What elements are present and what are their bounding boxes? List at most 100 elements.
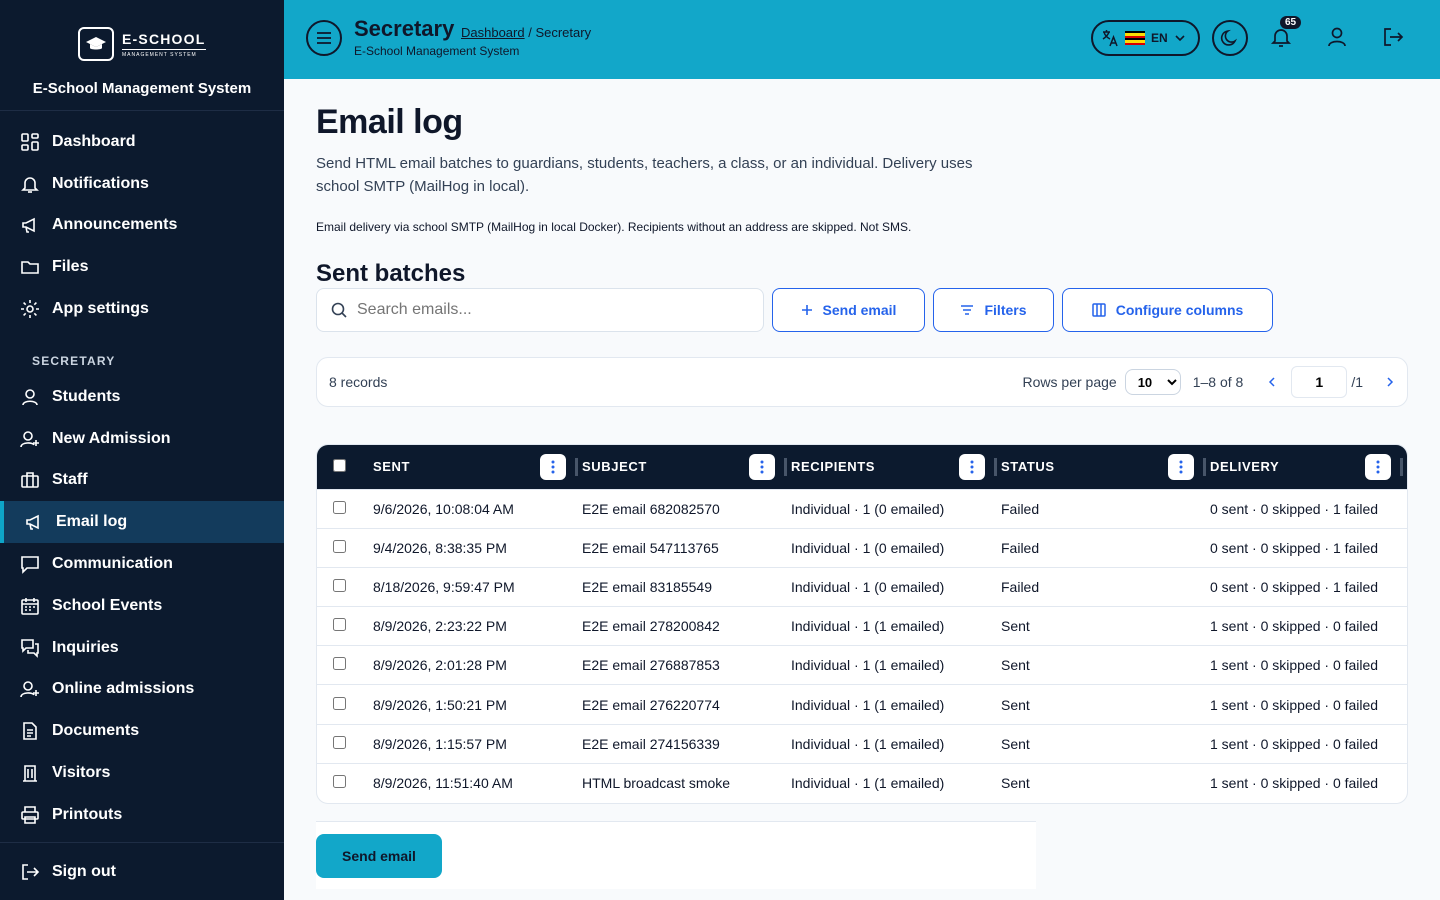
- bell-icon: [1270, 29, 1292, 47]
- sidebar-item-communication[interactable]: Communication: [0, 543, 284, 585]
- column-header-delivery: DELIVERY: [1210, 445, 1407, 489]
- column-menu-button[interactable]: [959, 453, 985, 480]
- kebab-icon: [970, 460, 974, 474]
- translate-icon: [1102, 30, 1118, 47]
- table-row[interactable]: 8/9/2026, 11:51:40 AM HTML broadcast smok…: [317, 763, 1407, 802]
- column-resize-handle[interactable]: [1400, 458, 1403, 476]
- sidebar-item-label: Documents: [52, 722, 140, 740]
- sidebar-item-inquiries[interactable]: Inquiries: [0, 627, 284, 669]
- send-email-card: Send email: [316, 820, 1036, 889]
- sidebar-item-label: School Events: [52, 596, 163, 614]
- cell-recipients: Individual · 1 (1 emailed): [791, 735, 945, 752]
- row-checkbox[interactable]: [333, 775, 346, 789]
- table-row[interactable]: 9/4/2026, 8:38:35 PM E2E email 547113765 I…: [317, 528, 1407, 567]
- next-page-button[interactable]: [1385, 374, 1395, 390]
- table-row[interactable]: 8/9/2026, 1:15:57 PM E2E email 274156339 I…: [317, 724, 1407, 763]
- logo[interactable]: E-SCHOOL MANAGEMENT SYSTEM: [78, 26, 206, 62]
- sidebar-item-new-admission[interactable]: New Admission: [0, 418, 284, 460]
- notifications-button[interactable]: [1270, 26, 1292, 53]
- sidebar-item-files[interactable]: Files: [0, 246, 284, 288]
- cell-sent: 8/18/2026, 9:59:47 PM: [373, 578, 515, 595]
- sidebar-item-notifications[interactable]: Notifications: [0, 163, 284, 205]
- breadcrumb-dashboard-link[interactable]: Dashboard: [461, 25, 525, 40]
- filters-button[interactable]: Filters: [933, 288, 1054, 332]
- row-checkbox[interactable]: [333, 657, 346, 671]
- table-row[interactable]: 8/18/2026, 9:59:47 PM E2E email 83185549 I…: [317, 567, 1407, 606]
- search-input[interactable]: [357, 301, 717, 319]
- column-menu-button[interactable]: [540, 453, 566, 480]
- user-plus-icon: [20, 430, 39, 447]
- sidebar-item-app-settings[interactable]: App settings: [0, 288, 284, 330]
- sidebar-item-label: Students: [52, 387, 121, 405]
- column-resize-handle[interactable]: [784, 458, 787, 476]
- brand-name: E-School Management System: [32, 80, 252, 97]
- table-row[interactable]: 8/9/2026, 1:50:21 PM E2E email 276220774 I…: [317, 684, 1407, 724]
- user-plus-icon: [20, 681, 39, 698]
- sign-out-button[interactable]: Sign out: [0, 842, 284, 900]
- sidebar-item-printouts[interactable]: Printouts: [0, 794, 284, 836]
- logo-subtitle: MANAGEMENT SYSTEM: [122, 51, 197, 58]
- briefcase-icon: [21, 472, 39, 489]
- column-label: DELIVERY: [1210, 459, 1280, 475]
- row-checkbox[interactable]: [333, 735, 346, 749]
- cell-subject: HTML broadcast smoke: [582, 775, 731, 792]
- table-row[interactable]: 8/9/2026, 2:23:22 PM E2E email 278200842 I…: [317, 606, 1407, 646]
- sidebar-item-documents[interactable]: Documents: [0, 710, 284, 752]
- row-checkbox[interactable]: [333, 578, 346, 592]
- sidebar-item-dashboard[interactable]: Dashboard: [0, 121, 284, 163]
- sidebar-item-visitors[interactable]: Visitors: [0, 752, 284, 794]
- page-header-title: Secretary: [354, 16, 455, 41]
- cell-sent: 8/9/2026, 1:15:57 PM: [373, 735, 507, 752]
- send-email-button[interactable]: Send email: [316, 833, 442, 878]
- select-all-checkbox[interactable]: [333, 458, 346, 472]
- rows-per-page-label: Rows per page: [1022, 374, 1117, 390]
- sidebar-item-announcements[interactable]: Announcements: [0, 205, 284, 247]
- column-resize-handle[interactable]: [994, 458, 997, 476]
- megaphone-icon: [22, 218, 35, 234]
- cell-delivery: 0 sent · 0 skipped · 1 failed: [1210, 578, 1379, 595]
- user-icon: [1328, 27, 1346, 47]
- cell-status: Failed: [1001, 578, 1040, 595]
- table-row[interactable]: 9/6/2026, 10:08:04 AM E2E email 682082570…: [317, 489, 1407, 528]
- column-menu-button[interactable]: [1168, 453, 1194, 480]
- column-menu-button[interactable]: [1365, 453, 1391, 480]
- cell-recipients: Individual · 1 (1 emailed): [791, 618, 945, 635]
- row-checkbox[interactable]: [333, 696, 346, 710]
- cell-recipients: Individual · 1 (0 emailed): [791, 539, 945, 556]
- prev-page-button[interactable]: [1267, 374, 1277, 390]
- chevron-left-icon: [1269, 377, 1275, 387]
- column-menu-button[interactable]: [749, 453, 775, 480]
- column-resize-handle[interactable]: [1203, 458, 1206, 476]
- search-icon: [331, 302, 347, 318]
- theme-toggle-button[interactable]: [1212, 20, 1248, 56]
- column-resize-handle[interactable]: [575, 458, 578, 476]
- filter-icon: [961, 305, 974, 315]
- row-checkbox[interactable]: [333, 539, 346, 553]
- row-checkbox[interactable]: [333, 500, 346, 514]
- language-selector[interactable]: EN: [1091, 20, 1200, 56]
- page-number-input[interactable]: [1291, 366, 1348, 398]
- sidebar-item-staff[interactable]: Staff: [0, 460, 284, 502]
- sidebar-item-students[interactable]: Students: [0, 376, 284, 418]
- row-checkbox[interactable]: [333, 618, 346, 632]
- profile-button[interactable]: [1326, 26, 1348, 53]
- sidebar-item-label: Email log: [56, 513, 128, 531]
- cell-subject: E2E email 547113765: [582, 539, 719, 556]
- logout-button[interactable]: [1382, 26, 1404, 53]
- menu-toggle-button[interactable]: [306, 20, 342, 56]
- column-header-subject: SUBJECT: [582, 445, 791, 489]
- table-row[interactable]: 8/9/2026, 2:01:28 PM E2E email 276887853 I…: [317, 645, 1407, 685]
- page-range: 1–8 of 8: [1192, 374, 1244, 390]
- cell-delivery: 1 sent · 0 skipped · 0 failed: [1210, 618, 1379, 635]
- plus-icon: [801, 305, 812, 315]
- send-email-toolbar-button[interactable]: Send email: [772, 288, 925, 332]
- configure-columns-button[interactable]: Configure columns: [1062, 288, 1273, 332]
- kebab-icon: [1179, 460, 1183, 474]
- sidebar-item-school-events[interactable]: School Events: [0, 585, 284, 627]
- rows-per-page-select[interactable]: 10: [1124, 369, 1181, 395]
- hamburger-icon: [317, 32, 331, 44]
- sidebar-item-online-admissions[interactable]: Online admissions: [0, 669, 284, 711]
- sidebar-item-email-log[interactable]: Email log: [0, 501, 284, 544]
- sidebar-item-label: Printouts: [52, 805, 123, 823]
- columns-icon: [1091, 303, 1106, 317]
